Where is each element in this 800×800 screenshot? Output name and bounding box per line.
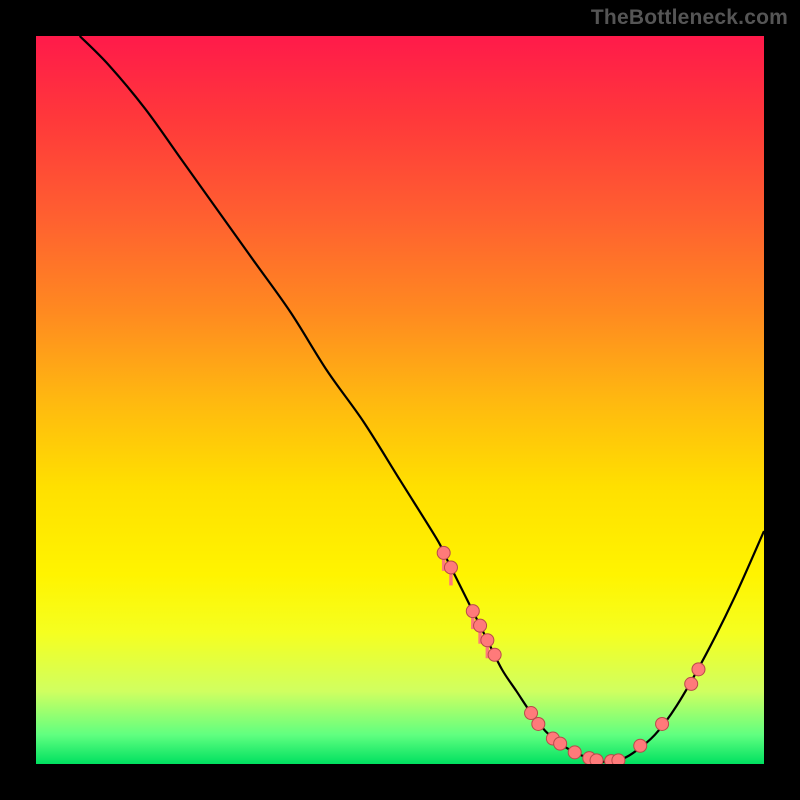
plot-gradient-area <box>36 36 764 764</box>
chart-container: TheBottleneck.com <box>0 0 800 800</box>
watermark-text: TheBottleneck.com <box>591 6 788 30</box>
